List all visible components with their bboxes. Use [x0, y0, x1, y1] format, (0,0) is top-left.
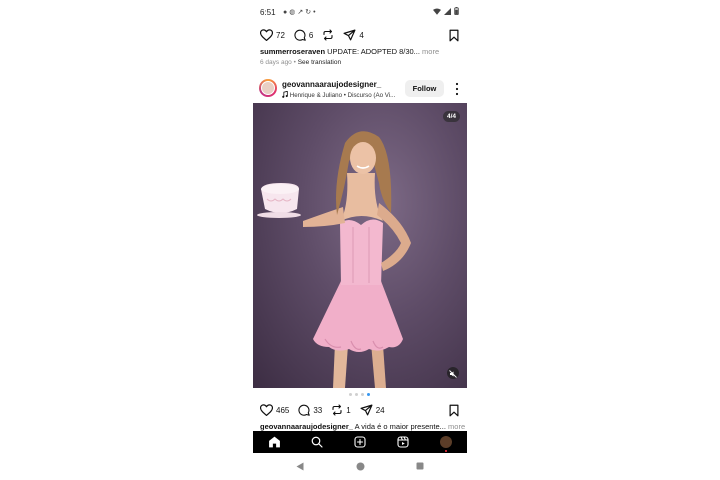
post-music[interactable]: Henrique & Juliano • Discurso (Ao Vi...: [282, 90, 396, 99]
share-button[interactable]: 24: [360, 404, 385, 416]
caption-username[interactable]: summerroseraven: [260, 47, 325, 56]
share-button[interactable]: 4: [343, 29, 364, 41]
repost-icon: [323, 29, 333, 41]
battery-icon: [454, 7, 459, 15]
post-username[interactable]: geovannaaraujodesigner_: [282, 80, 381, 89]
nav-reels[interactable]: [395, 434, 411, 450]
meta-separator: •: [293, 59, 296, 66]
woman-with-cake-photo: [257, 131, 411, 388]
see-translation-link[interactable]: See translation: [298, 59, 341, 66]
create-icon: [354, 436, 366, 448]
system-icons: [433, 7, 459, 15]
avatar[interactable]: [259, 79, 277, 97]
previous-post-caption[interactable]: summerroseraven UPDATE: ADOPTED 8/30... …: [260, 47, 439, 56]
back-icon[interactable]: [296, 462, 304, 471]
comment-count: 6: [308, 30, 314, 40]
nav-search[interactable]: [309, 434, 325, 450]
wifi-icon: [433, 8, 441, 15]
bottom-navigation: [253, 431, 467, 453]
repost-button[interactable]: [322, 29, 334, 41]
follow-button[interactable]: Follow: [405, 80, 444, 97]
speaker-muted-icon: [449, 370, 457, 378]
like-count: 72: [276, 30, 285, 40]
comment-icon: [298, 404, 311, 416]
share-count: 4: [359, 30, 364, 40]
caption-text: UPDATE: ADOPTED 8/30...: [325, 47, 420, 56]
like-button[interactable]: 72: [260, 29, 285, 41]
carousel-dot: [349, 393, 352, 396]
status-time: 6:51: [260, 8, 276, 17]
carousel-dot: [361, 393, 364, 396]
carousel-indicator: [349, 393, 370, 396]
send-icon: [360, 404, 373, 416]
recents-icon[interactable]: [416, 462, 424, 470]
notification-dot: [444, 450, 447, 452]
caption-more-link[interactable]: more: [420, 47, 439, 56]
comment-icon: [294, 29, 306, 41]
previous-post-meta: 6 days ago • See translation: [260, 59, 341, 66]
home-icon: [268, 436, 280, 448]
image-counter-badge: 4/4: [442, 111, 460, 122]
caption-more-link[interactable]: more: [446, 422, 465, 431]
share-count: 24: [375, 405, 385, 415]
caption-username[interactable]: geovannaaraujodesigner_: [260, 422, 353, 431]
post-timestamp: 6 days ago: [260, 59, 292, 66]
notification-icons: ●◍↗↻•: [283, 8, 318, 16]
nav-profile[interactable]: [438, 434, 454, 452]
caption-text: A vida é o maior presente...: [352, 422, 446, 431]
comment-button[interactable]: 33: [298, 404, 322, 416]
nav-home[interactable]: [266, 434, 282, 450]
music-note-icon: [282, 90, 288, 98]
more-options-icon[interactable]: [453, 82, 461, 96]
refresh-icon: ↻: [305, 9, 314, 16]
bookmark-icon[interactable]: [449, 404, 459, 417]
post-image[interactable]: 4/4: [253, 103, 467, 388]
post-actions: 465 33 1 24: [260, 402, 385, 418]
instagram-feed: 6:51 ●◍↗↻• 72 6 4 summerroseraven UPDATE…: [253, 0, 467, 480]
repost-icon: [332, 404, 342, 416]
comment-count: 33: [313, 405, 323, 415]
dot-icon: •: [313, 9, 318, 16]
send-icon: [343, 29, 356, 41]
reels-icon: [397, 436, 409, 448]
signal-icon: [444, 7, 451, 15]
comment-button[interactable]: 6: [294, 29, 313, 41]
heart-icon: [260, 404, 273, 416]
carousel-dot-active: [367, 393, 370, 396]
post-caption[interactable]: geovannaaraujodesigner_ A vida é o maior…: [260, 422, 465, 431]
heart-icon: [260, 29, 273, 41]
mute-button[interactable]: [447, 367, 459, 379]
like-count: 465: [276, 405, 290, 415]
music-label: Henrique & Juliano • Discurso (Ao Vi...: [289, 92, 396, 99]
bookmark-icon[interactable]: [449, 29, 459, 42]
repost-count: 1: [346, 405, 351, 415]
search-icon: [311, 436, 323, 448]
post-header: geovannaaraujodesigner_ Henrique & Julia…: [253, 78, 467, 100]
repost-button[interactable]: 1: [331, 404, 351, 416]
profile-avatar: [439, 436, 452, 452]
system-navigation-bar: [253, 454, 467, 480]
nav-create[interactable]: [352, 434, 368, 450]
previous-post-actions: 72 6 4: [260, 27, 364, 43]
like-button[interactable]: 465: [260, 404, 289, 416]
home-button-icon[interactable]: [356, 462, 365, 471]
carousel-dot: [355, 393, 358, 396]
status-bar: 6:51 ●◍↗↻•: [253, 0, 467, 26]
